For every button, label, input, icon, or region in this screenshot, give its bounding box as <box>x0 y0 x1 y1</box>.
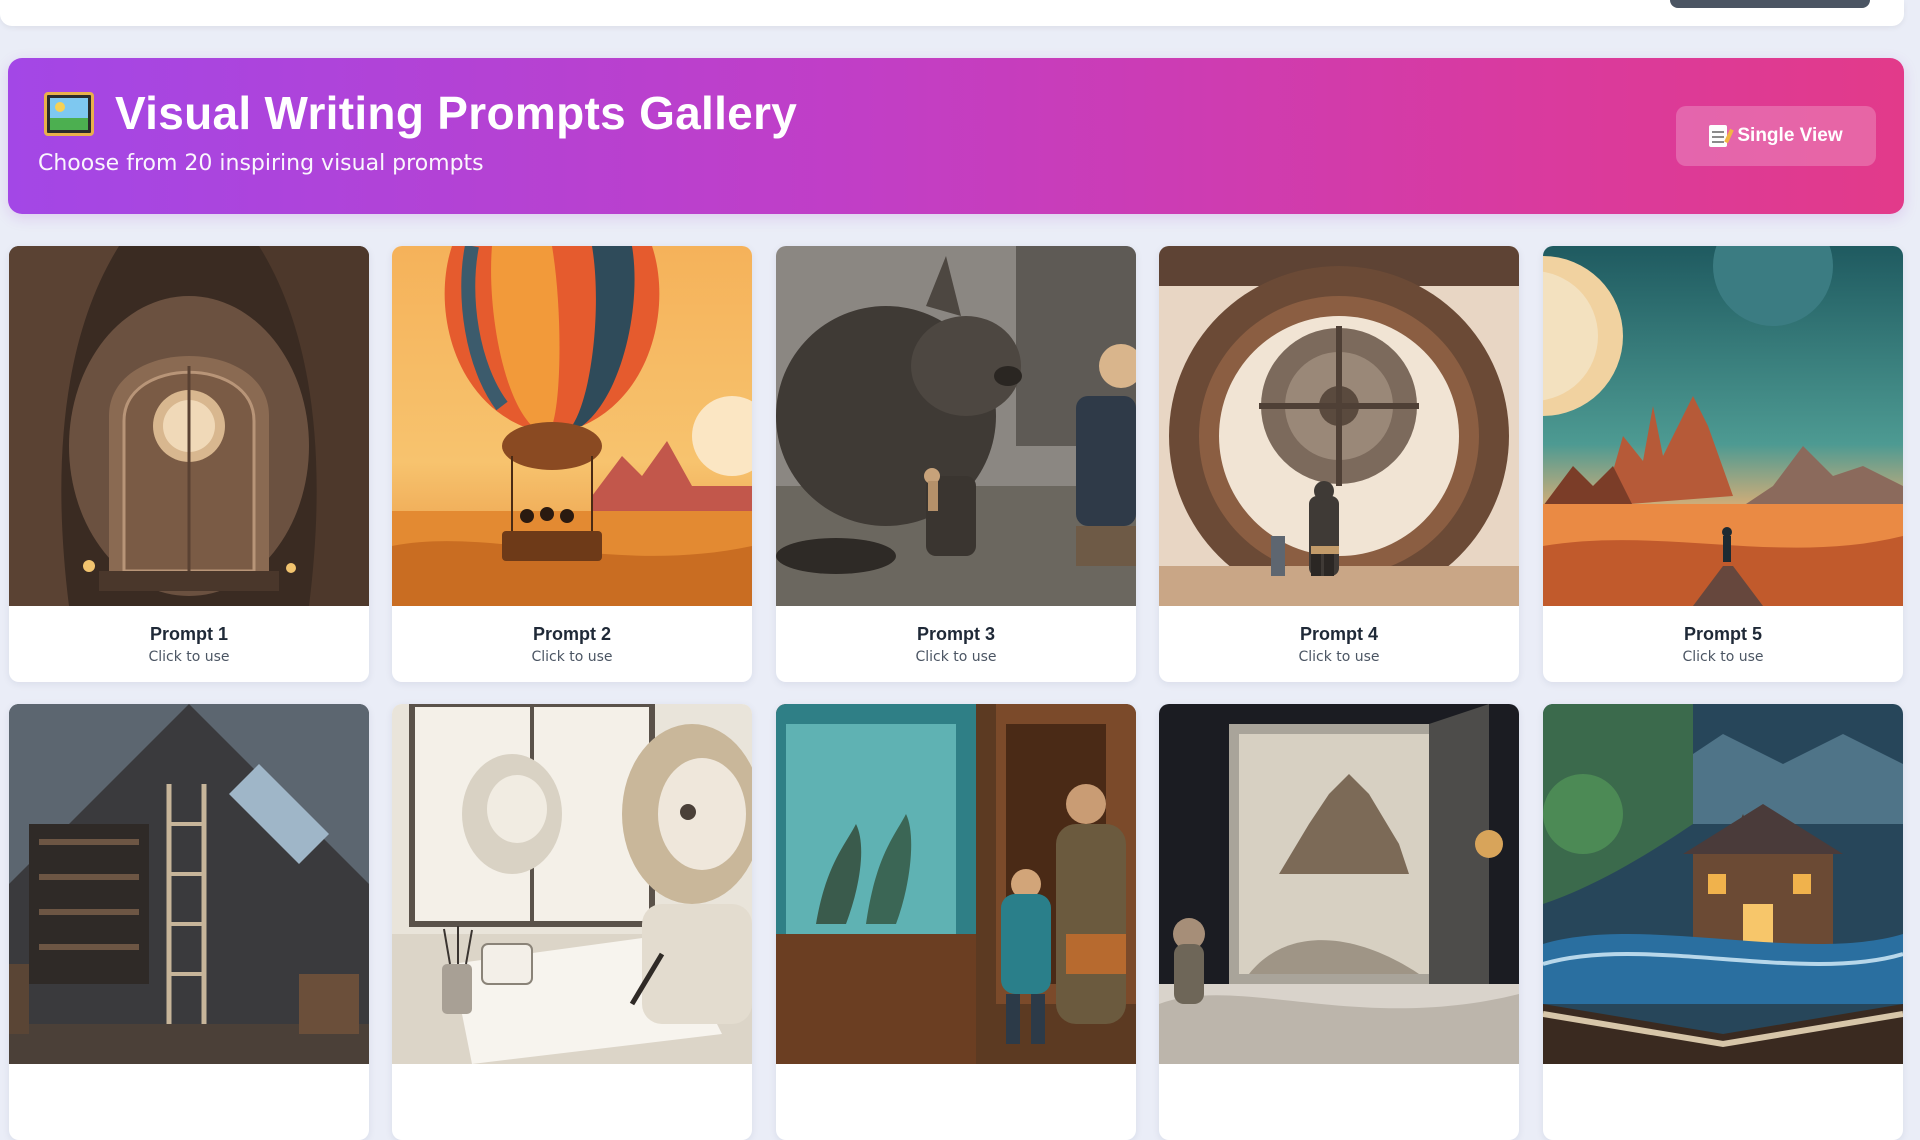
framed-picture-icon <box>44 92 94 136</box>
prompt-image-2[interactable] <box>392 246 752 606</box>
prompt-title-5: Prompt 5 <box>1683 624 1762 644</box>
prompt-image-10[interactable] <box>1543 704 1903 1064</box>
prompt-image-8[interactable] <box>776 704 1136 1064</box>
prompt-hint-2: Click to use <box>531 649 613 665</box>
prompt-hint-3: Click to use <box>915 649 997 665</box>
top-nav-bar <box>0 0 1904 26</box>
top-nav-button[interactable] <box>1670 0 1870 8</box>
prompt-card-3[interactable]: Prompt 3 Click to use <box>776 246 1136 682</box>
single-view-label: Single View <box>1737 125 1843 146</box>
prompt-image-7[interactable] <box>392 704 752 1064</box>
prompt-image-9[interactable] <box>1159 704 1519 1064</box>
prompt-hint-5: Click to use <box>1682 649 1764 665</box>
prompt-title-4: Prompt 4 <box>1299 624 1378 644</box>
memo-icon <box>1709 125 1728 147</box>
page-subtitle: Choose from 20 inspiring visual prompts <box>38 151 484 176</box>
prompt-card-5[interactable]: Prompt 5 Click to use <box>1543 246 1903 682</box>
prompt-image-5[interactable] <box>1543 246 1903 606</box>
single-view-button[interactable]: Single View <box>1676 106 1876 166</box>
prompt-image-3[interactable] <box>776 246 1136 606</box>
prompt-card-2[interactable]: Prompt 2 Click to use <box>392 246 752 682</box>
prompt-hint-4: Click to use <box>1298 649 1380 665</box>
prompt-card-7[interactable] <box>392 704 752 1140</box>
prompt-card-9[interactable] <box>1159 704 1519 1140</box>
prompt-card-6[interactable] <box>9 704 369 1140</box>
prompt-title-3: Prompt 3 <box>916 624 995 644</box>
prompt-card-10[interactable] <box>1543 704 1903 1140</box>
gallery-header: Visual Writing Prompts Gallery Choose fr… <box>8 58 1904 214</box>
prompt-card-4[interactable]: Prompt 4 Click to use <box>1159 246 1519 682</box>
prompt-hint-1: Click to use <box>148 649 230 665</box>
prompt-image-4[interactable] <box>1159 246 1519 606</box>
page-title: Visual Writing Prompts Gallery <box>115 87 798 139</box>
prompt-card-8[interactable] <box>776 704 1136 1140</box>
prompt-image-6[interactable] <box>9 704 369 1064</box>
prompt-card-1[interactable]: Prompt 1 Click to use <box>9 246 369 682</box>
prompt-title-1: Prompt 1 <box>149 624 228 644</box>
prompt-title-2: Prompt 2 <box>532 624 611 644</box>
prompt-image-1[interactable] <box>9 246 369 606</box>
